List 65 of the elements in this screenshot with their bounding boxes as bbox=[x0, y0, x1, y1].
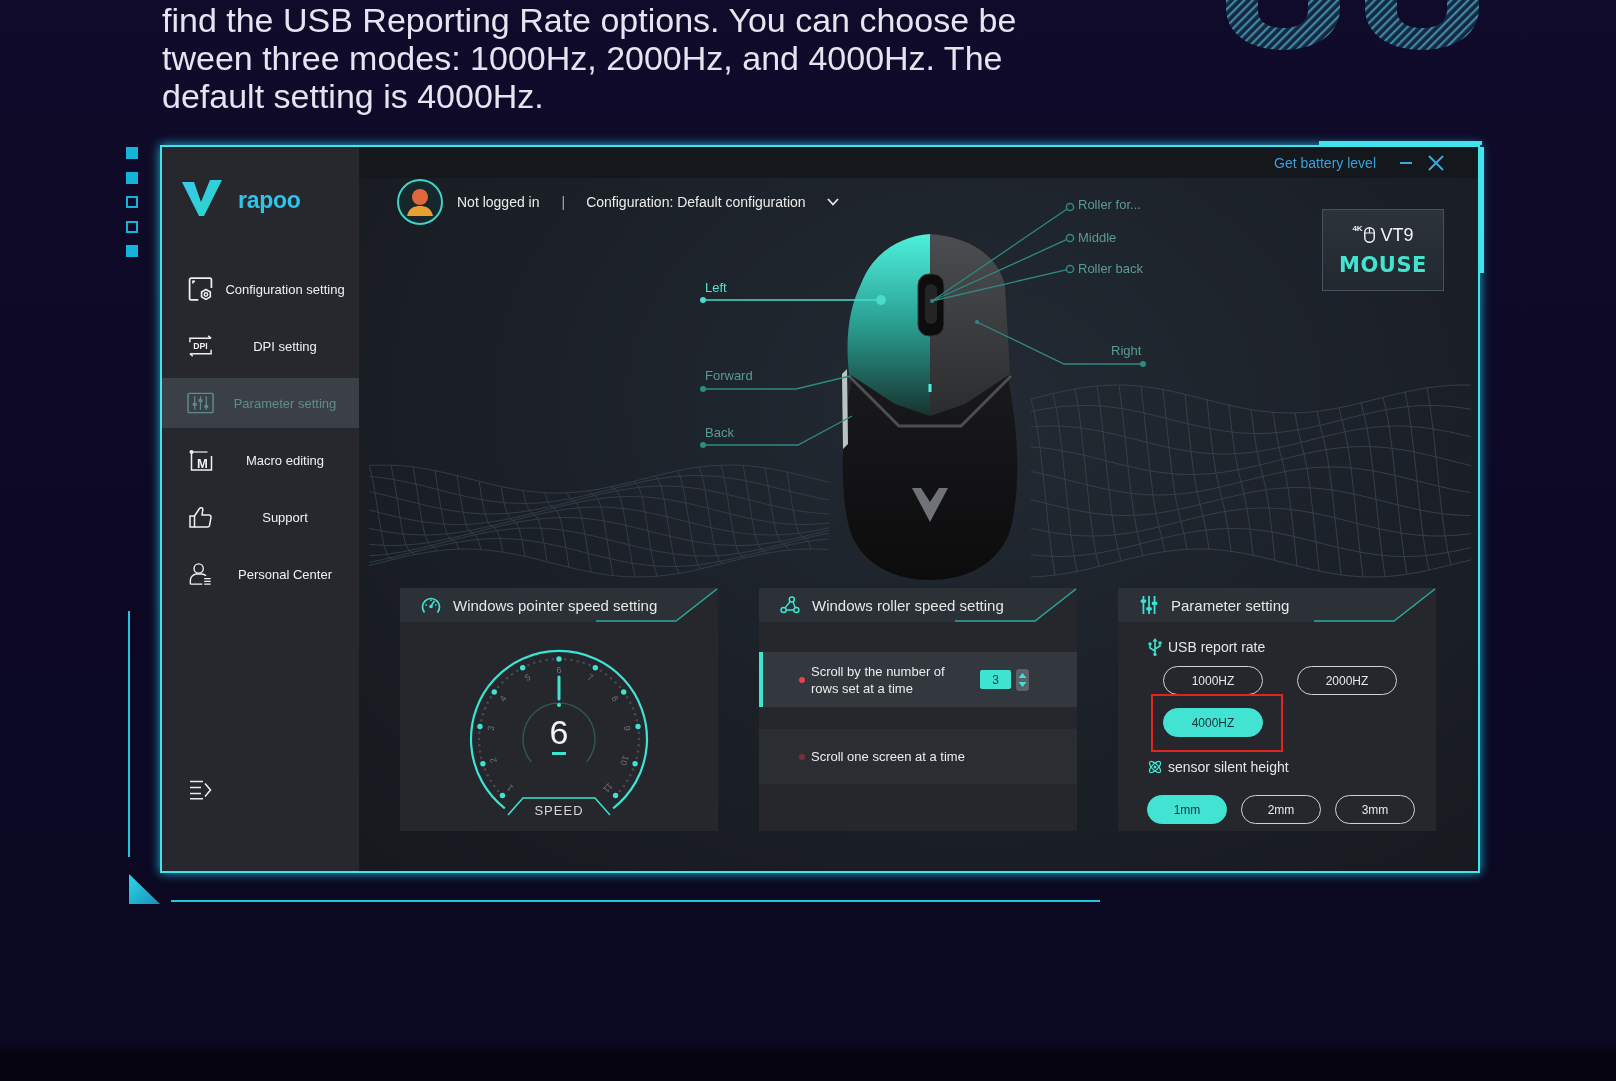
tick-label: 1 bbox=[504, 782, 516, 794]
tick-label: 11 bbox=[600, 780, 615, 795]
nodes-icon bbox=[780, 595, 800, 615]
tick-label: 8 bbox=[609, 693, 621, 704]
button-label[interactable]: Roller back bbox=[1078, 261, 1144, 277]
chevron-down-icon bbox=[826, 198, 839, 206]
user-icon bbox=[187, 562, 214, 586]
thumbs-up-icon bbox=[187, 505, 214, 529]
setting-label: sensor silent height bbox=[1168, 759, 1289, 775]
close-icon[interactable] bbox=[1428, 154, 1444, 171]
sidebar-item[interactable]: Personal Center bbox=[162, 549, 359, 599]
button-label[interactable]: Back bbox=[705, 425, 734, 441]
tick-label: 5 bbox=[523, 671, 533, 684]
sidebar-item[interactable]: DPI DPI setting bbox=[162, 321, 359, 371]
model-name: VT9 bbox=[1380, 224, 1414, 246]
panel-title: Windows pointer speed setting bbox=[453, 596, 658, 614]
sliders-icon bbox=[1139, 595, 1159, 615]
usb-icon bbox=[1147, 638, 1163, 656]
radio-dot[interactable] bbox=[799, 753, 805, 760]
mouse-icon bbox=[1363, 227, 1375, 243]
option-button[interactable]: 1mm bbox=[1147, 795, 1227, 824]
option-button[interactable]: 4000HZ bbox=[1163, 708, 1263, 737]
up-down-arrow-icon bbox=[1018, 671, 1027, 688]
description-text: find the USB Reporting Rate options. You can choose be tween three modes: 1000Hz, 2000Hz, and 4000Hz. The default setting is 4000Hz. bbox=[162, 0, 1017, 115]
rows-input-field[interactable]: 3 bbox=[980, 670, 1011, 689]
speed-caption: SPEED bbox=[534, 802, 584, 818]
sidebar-item[interactable]: Configuration setting bbox=[162, 264, 359, 314]
speedometer-icon bbox=[421, 595, 441, 615]
logo-icon bbox=[182, 180, 222, 216]
speed-value: 6 bbox=[549, 713, 569, 751]
panel-title: Windows roller speed setting bbox=[812, 596, 1004, 614]
avatar-icon[interactable] bbox=[397, 179, 443, 225]
login-status: Not logged in bbox=[457, 194, 540, 210]
atom-icon bbox=[1147, 758, 1163, 776]
sidebar-item[interactable]: Support bbox=[162, 492, 359, 542]
configuration-dropdown[interactable]: Configuration: Default configuration bbox=[586, 194, 839, 210]
tick-label: 9 bbox=[621, 724, 633, 732]
minimize-icon[interactable] bbox=[1400, 161, 1412, 164]
device-type: MOUSE bbox=[1339, 254, 1427, 276]
scroll-option[interactable]: Scroll one screen at a time bbox=[759, 729, 1077, 784]
setting-label: USB report rate bbox=[1168, 639, 1266, 655]
brand-name: rapoo bbox=[238, 186, 301, 214]
button-label[interactable]: Right bbox=[1111, 343, 1142, 359]
panel-title: Parameter setting bbox=[1171, 596, 1290, 614]
button-label[interactable]: Roller for... bbox=[1078, 197, 1141, 213]
stepper-button[interactable] bbox=[1016, 668, 1029, 691]
sidebar-item[interactable]: M Macro editing bbox=[162, 435, 359, 485]
scroll-option[interactable]: Scroll by the number of rows set at a time 3 bbox=[759, 652, 1077, 707]
tick-label: 2 bbox=[487, 756, 499, 765]
button-label[interactable]: Left bbox=[705, 280, 727, 296]
radio-dot[interactable] bbox=[799, 676, 805, 683]
menu-icon[interactable] bbox=[189, 780, 212, 800]
tick-label: 3 bbox=[485, 724, 497, 732]
button-label[interactable]: Forward bbox=[705, 368, 753, 384]
corner-triangle-icon bbox=[129, 874, 160, 904]
separator-text: | bbox=[561, 194, 566, 210]
tick-label: 6 bbox=[556, 665, 562, 675]
sliders-icon bbox=[187, 391, 214, 415]
tick-label: 10 bbox=[618, 754, 631, 767]
battery-link[interactable]: Get battery level bbox=[1274, 154, 1376, 171]
tick-label: 4 bbox=[497, 693, 509, 704]
button-label[interactable]: Middle bbox=[1078, 230, 1117, 246]
settings-icon bbox=[187, 277, 214, 301]
tick-label: 7 bbox=[585, 671, 595, 684]
resolution-tag: 4K bbox=[1352, 224, 1363, 233]
